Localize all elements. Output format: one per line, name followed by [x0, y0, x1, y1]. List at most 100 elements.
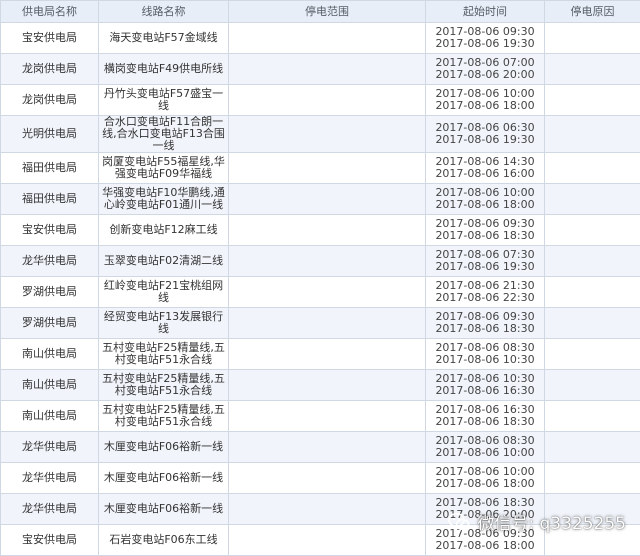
- reason-cell: [545, 23, 640, 54]
- bureau-cell: 龙岗供电局: [1, 85, 99, 116]
- line-cell: 玉翠变电站F02清湖二线: [99, 246, 229, 277]
- bureau-cell: 南山供电局: [1, 401, 99, 432]
- table-row: 龙岗供电局丹竹头变电站F57盛宝一线 2017-08-06 10:002017-0…: [1, 85, 640, 116]
- bureau-cell: 宝安供电局: [1, 215, 99, 246]
- time-cell: 2017-08-06 14:302017-08-06 16:00: [426, 153, 545, 184]
- reason-cell: [545, 432, 640, 463]
- table-body: 宝安供电局海天变电站F57金域线2017-08-06 09:302017-08-…: [1, 23, 640, 556]
- range-cell: [229, 85, 426, 116]
- end-time: 2017-08-06 19:30: [426, 38, 544, 50]
- table-row: 龙华供电局木厘变电站F06裕新一线 2017-08-06 18:302017-08…: [1, 494, 640, 525]
- time-cell: 2017-08-06 10:002017-08-06 18:00: [426, 463, 545, 494]
- bureau-cell: 南山供电局: [1, 370, 99, 401]
- range-cell: [229, 116, 426, 153]
- line-cell: 合水口变电站F11合朗一线,合水口变电站F13合围一线: [99, 116, 229, 153]
- table-row: 宝安供电局海天变电站F57金域线2017-08-06 09:302017-08-…: [1, 23, 640, 54]
- time-cell: 2017-08-06 09:302017-08-06 18:00: [426, 525, 545, 556]
- line-cell: 木厘变电站F06裕新一线: [99, 494, 229, 525]
- table-row: 南山供电局五村变电站F25精量线,五村变电站F51永合线 2017-08-06 1…: [1, 370, 640, 401]
- reason-cell: [545, 308, 640, 339]
- line-cell: 丹竹头变电站F57盛宝一线: [99, 85, 229, 116]
- line-cell: 横岗变电站F49供电所线: [99, 54, 229, 85]
- reason-cell: [545, 116, 640, 153]
- bureau-cell: 福田供电局: [1, 184, 99, 215]
- time-cell: 2017-08-06 18:302017-08-06 20:00: [426, 494, 545, 525]
- range-cell: [229, 401, 426, 432]
- line-cell: 创新变电站F12麻工线: [99, 215, 229, 246]
- range-cell: [229, 23, 426, 54]
- end-time: 2017-08-06 18:00: [426, 100, 544, 112]
- reason-cell: [545, 153, 640, 184]
- end-time: 2017-08-06 18:00: [426, 199, 544, 211]
- line-cell: 木厘变电站F06裕新一线: [99, 432, 229, 463]
- range-cell: [229, 246, 426, 277]
- bureau-cell: 龙华供电局: [1, 432, 99, 463]
- bureau-cell: 福田供电局: [1, 153, 99, 184]
- line-cell: 石岩变电站F06东工线: [99, 525, 229, 556]
- end-time: 2017-08-06 18:30: [426, 416, 544, 428]
- table-row: 南山供电局五村变电站F25精量线,五村变电站F51永合线 2017-08-06 1…: [1, 401, 640, 432]
- reason-cell: [545, 85, 640, 116]
- time-cell: 2017-08-06 10:002017-08-06 18:00: [426, 85, 545, 116]
- bureau-cell: 罗湖供电局: [1, 277, 99, 308]
- range-cell: [229, 153, 426, 184]
- line-cell: 经贸变电站F13发展银行线: [99, 308, 229, 339]
- reason-cell: [545, 215, 640, 246]
- range-cell: [229, 215, 426, 246]
- line-cell: 五村变电站F25精量线,五村变电站F51永合线: [99, 339, 229, 370]
- header-range: 停电范围: [229, 1, 426, 23]
- range-cell: [229, 370, 426, 401]
- table-row: 福田供电局岗厦变电站F55福星线,华强变电站F09华福线 2017-08-06 1…: [1, 153, 640, 184]
- time-cell: 2017-08-06 09:302017-08-06 18:30: [426, 215, 545, 246]
- range-cell: [229, 339, 426, 370]
- bureau-cell: 宝安供电局: [1, 525, 99, 556]
- range-cell: [229, 494, 426, 525]
- header-time: 起始时间: [426, 1, 545, 23]
- end-time: 2017-08-06 16:30: [426, 385, 544, 397]
- bureau-cell: 罗湖供电局: [1, 308, 99, 339]
- end-time: 2017-08-06 18:30: [426, 230, 544, 242]
- end-time: 2017-08-06 16:00: [426, 168, 544, 180]
- table-row: 宝安供电局创新变电站F12麻工线 2017-08-06 09:302017-08-…: [1, 215, 640, 246]
- bureau-cell: 宝安供电局: [1, 23, 99, 54]
- end-time: 2017-08-06 20:00: [426, 69, 544, 81]
- bureau-cell: 龙华供电局: [1, 463, 99, 494]
- header-line: 线路名称: [99, 1, 229, 23]
- table-row: 光明供电局合水口变电站F11合朗一线,合水口变电站F13合围一线 2017-08-…: [1, 116, 640, 153]
- outage-table: 供电局名称 线路名称 停电范围 起始时间 停电原因 宝安供电局海天变电站F57金…: [0, 0, 640, 556]
- time-cell: 2017-08-06 09:302017-08-06 18:30: [426, 308, 545, 339]
- time-cell: 2017-08-06 07:302017-08-06 19:30: [426, 246, 545, 277]
- range-cell: [229, 308, 426, 339]
- time-cell: 2017-08-06 08:302017-08-06 10:30: [426, 339, 545, 370]
- line-cell: 五村变电站F25精量线,五村变电站F51永合线: [99, 370, 229, 401]
- end-time: 2017-08-06 19:30: [426, 134, 544, 146]
- reason-cell: [545, 184, 640, 215]
- bureau-cell: 龙华供电局: [1, 494, 99, 525]
- bureau-cell: 南山供电局: [1, 339, 99, 370]
- header-bureau: 供电局名称: [1, 1, 99, 23]
- end-time: 2017-08-06 18:00: [426, 478, 544, 490]
- end-time: 2017-08-06 18:00: [426, 540, 544, 552]
- range-cell: [229, 277, 426, 308]
- bureau-cell: 龙华供电局: [1, 246, 99, 277]
- end-time: 2017-08-06 22:30: [426, 292, 544, 304]
- line-cell: 红岭变电站F21宝桃组网线: [99, 277, 229, 308]
- line-cell: 五村变电站F25精量线,五村变电站F51永合线: [99, 401, 229, 432]
- reason-cell: [545, 494, 640, 525]
- range-cell: [229, 463, 426, 494]
- bureau-cell: 龙岗供电局: [1, 54, 99, 85]
- table-row: 龙华供电局玉翠变电站F02清湖二线 2017-08-06 07:302017-08…: [1, 246, 640, 277]
- time-cell: 2017-08-06 16:302017-08-06 18:30: [426, 401, 545, 432]
- line-cell: 木厘变电站F06裕新一线: [99, 463, 229, 494]
- table-row: 龙岗供电局横岗变电站F49供电所线2017-08-06 07:002017-08…: [1, 54, 640, 85]
- reason-cell: [545, 54, 640, 85]
- table-header: 供电局名称 线路名称 停电范围 起始时间 停电原因: [1, 1, 640, 23]
- time-cell: 2017-08-06 21:302017-08-06 22:30: [426, 277, 545, 308]
- end-time: 2017-08-06 20:00: [426, 509, 544, 521]
- line-cell: 岗厦变电站F55福星线,华强变电站F09华福线: [99, 153, 229, 184]
- bureau-cell: 光明供电局: [1, 116, 99, 153]
- table-row: 福田供电局华强变电站F10华鹏线,通心岭变电站F01通川一线2017-08-06…: [1, 184, 640, 215]
- reason-cell: [545, 277, 640, 308]
- end-time: 2017-08-06 18:30: [426, 323, 544, 335]
- time-cell: 2017-08-06 06:302017-08-06 19:30: [426, 116, 545, 153]
